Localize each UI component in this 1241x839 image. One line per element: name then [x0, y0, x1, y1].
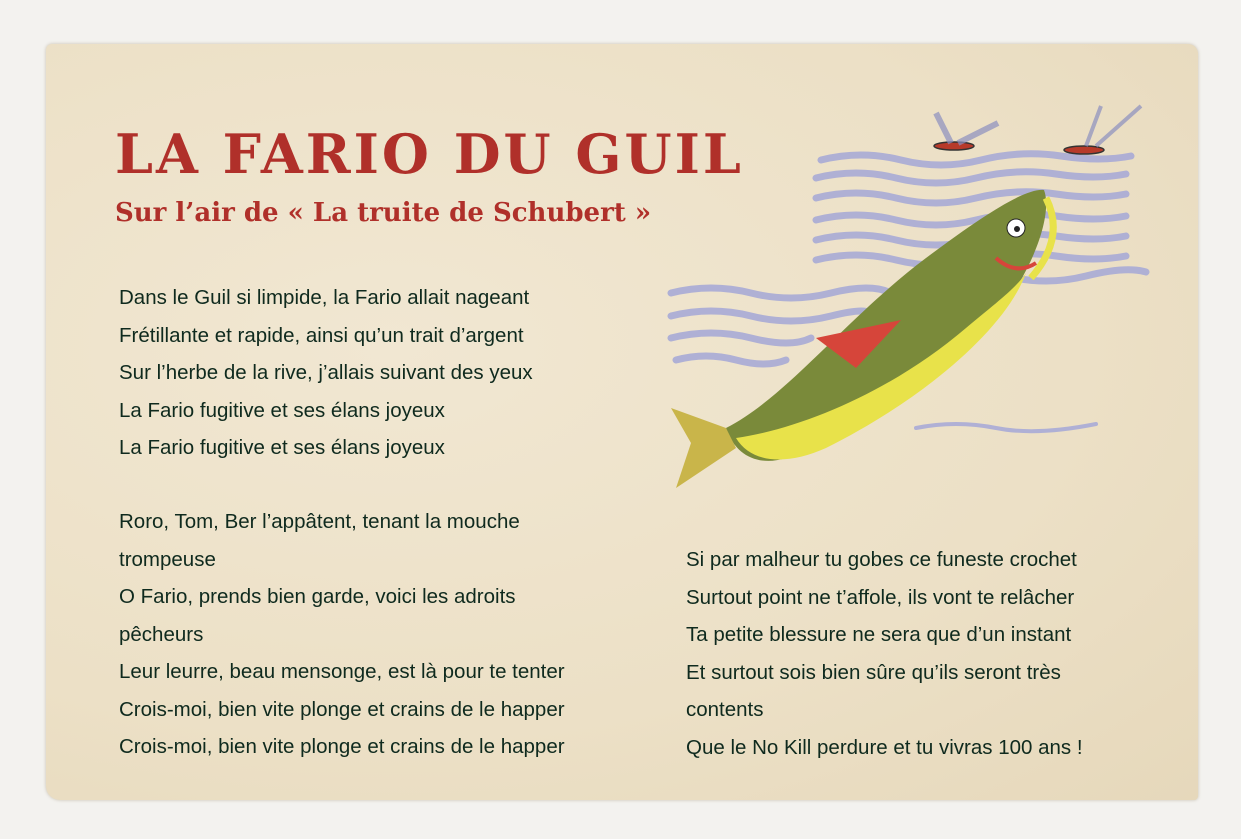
- verse-line: Frétillante et rapide, ainsi qu’un trait…: [119, 323, 524, 347]
- stanza-1: Dans le Guil si limpide, la Fario allait…: [119, 279, 533, 467]
- fly-icon: [933, 111, 1000, 151]
- verse-line: O Fario, prends bien garde, voici les ad…: [119, 585, 516, 608]
- stanza-3: Si par malheur tu gobes ce funeste croch…: [686, 541, 1083, 766]
- trout-illustration: [667, 104, 1150, 488]
- verse-line: Surtout point ne t’affole, ils vont te r…: [686, 585, 1075, 609]
- verse-line: Crois-moi, bien vite plonge et crains de…: [119, 697, 565, 721]
- verse-line: Si par malheur tu gobes ce funeste croch…: [686, 548, 1077, 571]
- verse-line: Ta petite blessure ne sera que d’un inst…: [686, 623, 1072, 646]
- verse-line: Leur leurre, beau mensonge, est là pour …: [119, 660, 565, 683]
- verse-line: pêcheurs: [119, 622, 204, 646]
- verse-line: contents: [686, 698, 764, 721]
- verse-line: Et surtout sois bien sûre qu’ils seront …: [686, 660, 1061, 684]
- verse-line: Roro, Tom, Ber l’appâtent, tenant la mou…: [119, 510, 520, 533]
- verse-line: La Fario fugitive et ses élans joyeux: [119, 398, 445, 422]
- verse-line: La Fario fugitive et ses élans joyeux: [119, 436, 445, 459]
- stanza-2: Roro, Tom, Ber l’appâtent, tenant la mou…: [119, 503, 565, 766]
- verse-line: Sur l’herbe de la rive, j’allais suivant…: [119, 361, 533, 384]
- verse-line: Dans le Guil si limpide, la Fario allait…: [119, 286, 530, 309]
- fly-icon: [1063, 104, 1143, 155]
- verse-line: Que le No Kill perdure et tu vivras 100 …: [686, 735, 1083, 759]
- page-title: LA FARIO DU GUIL: [115, 122, 744, 186]
- verse-line: trompeuse: [119, 547, 216, 571]
- subtitle: Sur l’air de « La truite de Schubert »: [115, 198, 652, 228]
- verse-line: Crois-moi, bien vite plonge et crains de…: [119, 735, 565, 758]
